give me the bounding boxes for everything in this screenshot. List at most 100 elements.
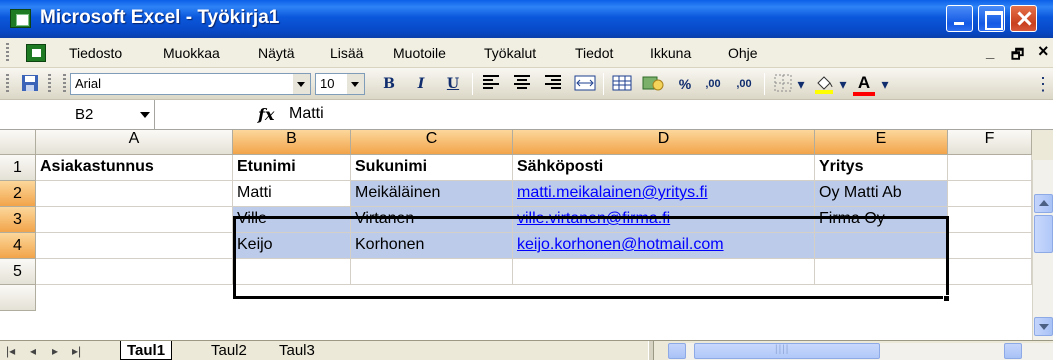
- menu-ikkuna[interactable]: Ikkuna: [650, 45, 691, 61]
- toolbar-grip-3[interactable]: [63, 74, 66, 94]
- menu-tiedosto[interactable]: Tiedosto: [69, 45, 122, 61]
- menu-tiedot[interactable]: Tiedot: [575, 45, 613, 61]
- scroll-right-button[interactable]: [1004, 343, 1022, 359]
- scroll-down-button[interactable]: [1034, 317, 1053, 336]
- row-header-5[interactable]: 5: [0, 259, 36, 285]
- cell-a4[interactable]: [36, 233, 233, 259]
- cell-e4[interactable]: [815, 233, 948, 259]
- cell-c5[interactable]: [351, 259, 513, 285]
- cell-d3[interactable]: ville.virtanen@firma.fi: [513, 207, 815, 233]
- first-sheet-icon[interactable]: |◂: [6, 344, 15, 358]
- borders-dropdown-icon[interactable]: ▾: [796, 74, 806, 94]
- toolbar-options-icon[interactable]: ⋮: [1034, 74, 1052, 94]
- cell-e5[interactable]: [815, 259, 948, 285]
- chevron-down-icon[interactable]: [347, 74, 364, 94]
- font-color-dropdown-icon[interactable]: ▾: [880, 74, 890, 94]
- bold-button[interactable]: B: [378, 74, 400, 94]
- sheet-tab-taul1[interactable]: Taul1: [120, 341, 173, 360]
- row-header-4[interactable]: 4: [0, 233, 36, 259]
- cell-b5[interactable]: [233, 259, 351, 285]
- worksheet-grid[interactable]: A B C D E F 1 2 3 4 5 Asiakastunnus Etun…: [0, 130, 1032, 340]
- maximize-button[interactable]: [978, 5, 1005, 32]
- cell-f1[interactable]: [948, 155, 1032, 181]
- row-header-6[interactable]: [0, 285, 36, 311]
- percent-style-button[interactable]: %: [676, 74, 694, 94]
- cell-c2[interactable]: Meikäläinen: [351, 181, 513, 207]
- borders-icon[interactable]: [772, 74, 794, 94]
- cell-f3[interactable]: [948, 207, 1032, 233]
- cell-d4[interactable]: keijo.korhonen@hotmail.com: [513, 233, 815, 259]
- align-right-icon[interactable]: [542, 74, 564, 94]
- next-sheet-icon[interactable]: ▸: [52, 344, 58, 358]
- menu-ohje[interactable]: Ohje: [728, 45, 758, 61]
- menubar-grip[interactable]: [6, 43, 9, 63]
- underline-button[interactable]: U: [442, 74, 464, 94]
- doc-close-button[interactable]: ×: [1038, 41, 1049, 62]
- column-header-f[interactable]: F: [948, 130, 1032, 155]
- row-header-3[interactable]: 3: [0, 207, 36, 233]
- title-bar[interactable]: Microsoft Excel - Työkirja1: [0, 0, 1053, 38]
- insert-function-icon[interactable]: fx: [258, 105, 274, 124]
- excel-app-icon[interactable]: [10, 9, 31, 28]
- toolbar-grip[interactable]: [6, 74, 9, 94]
- sheet-tab-taul3[interactable]: Taul3: [273, 341, 321, 360]
- fill-handle[interactable]: [943, 295, 950, 302]
- last-sheet-icon[interactable]: ▸|: [72, 344, 81, 358]
- row-header-1[interactable]: 1: [0, 155, 36, 181]
- toolbar-grip-2[interactable]: [48, 74, 51, 94]
- cell-b1[interactable]: Etunimi: [233, 155, 351, 181]
- cell-b4[interactable]: Keijo: [233, 233, 351, 259]
- menu-muotoile[interactable]: Muotoile: [393, 45, 446, 61]
- doc-restore-button[interactable]: 🗗: [1011, 44, 1024, 68]
- cell-c4[interactable]: Korhonen: [351, 233, 513, 259]
- select-all-corner[interactable]: [0, 130, 36, 155]
- cell-a1[interactable]: Asiakastunnus: [36, 155, 233, 181]
- euro-style-icon[interactable]: [641, 74, 665, 94]
- chevron-down-icon[interactable]: [140, 112, 150, 118]
- vertical-scroll-thumb[interactable]: [1034, 215, 1053, 253]
- merge-center-icon[interactable]: [573, 74, 597, 94]
- cell-e3[interactable]: Firma Oy: [815, 207, 948, 233]
- column-header-c[interactable]: C: [351, 130, 513, 155]
- vertical-scrollbar[interactable]: [1032, 160, 1053, 340]
- formula-input[interactable]: Matti: [289, 105, 324, 123]
- horizontal-scrollbar[interactable]: [668, 343, 1053, 360]
- cell-d2[interactable]: matti.meikalainen@yritys.fi: [513, 181, 815, 207]
- column-header-e[interactable]: E: [815, 130, 948, 155]
- align-left-icon[interactable]: [480, 74, 502, 94]
- prev-sheet-icon[interactable]: ◂: [30, 344, 36, 358]
- cell-e2[interactable]: Oy Matti Ab: [815, 181, 948, 207]
- currency-style-icon[interactable]: [611, 74, 633, 94]
- row-header-2[interactable]: 2: [0, 181, 36, 207]
- fill-color-icon[interactable]: [812, 74, 836, 94]
- menu-tyokalut[interactable]: Työkalut: [484, 45, 536, 61]
- italic-button[interactable]: I: [410, 74, 432, 94]
- column-header-d[interactable]: D: [513, 130, 815, 155]
- cell-f4[interactable]: [948, 233, 1032, 259]
- cell-c3[interactable]: Virtanen: [351, 207, 513, 233]
- scroll-up-button[interactable]: [1034, 194, 1053, 213]
- sheet-tab-taul2[interactable]: Taul2: [205, 341, 253, 360]
- minimize-button[interactable]: [946, 5, 973, 32]
- cell-b3[interactable]: Ville: [233, 207, 351, 233]
- cell-c1[interactable]: Sukunimi: [351, 155, 513, 181]
- close-button[interactable]: [1010, 5, 1037, 32]
- column-header-b[interactable]: B: [233, 130, 351, 155]
- doc-minimize-button[interactable]: _: [986, 44, 994, 61]
- cell-d1[interactable]: Sähköposti: [513, 155, 815, 181]
- font-name-combo[interactable]: Arial: [70, 73, 311, 95]
- menu-nayta[interactable]: Näytä: [258, 45, 295, 61]
- increase-decimal-button[interactable]: ‚00: [700, 74, 726, 94]
- horizontal-scroll-thumb[interactable]: [694, 343, 880, 359]
- align-center-icon[interactable]: [511, 74, 533, 94]
- font-size-combo[interactable]: 10: [315, 73, 365, 95]
- save-icon[interactable]: [20, 74, 40, 94]
- fill-color-dropdown-icon[interactable]: ▾: [838, 74, 848, 94]
- font-color-button[interactable]: A: [853, 74, 875, 96]
- scroll-left-button[interactable]: [668, 343, 686, 359]
- cell-a5[interactable]: [36, 259, 233, 285]
- chevron-down-icon[interactable]: [293, 74, 310, 94]
- cell-f2[interactable]: [948, 181, 1032, 207]
- tab-split-handle[interactable]: [648, 341, 654, 360]
- cell-e1[interactable]: Yritys: [815, 155, 948, 181]
